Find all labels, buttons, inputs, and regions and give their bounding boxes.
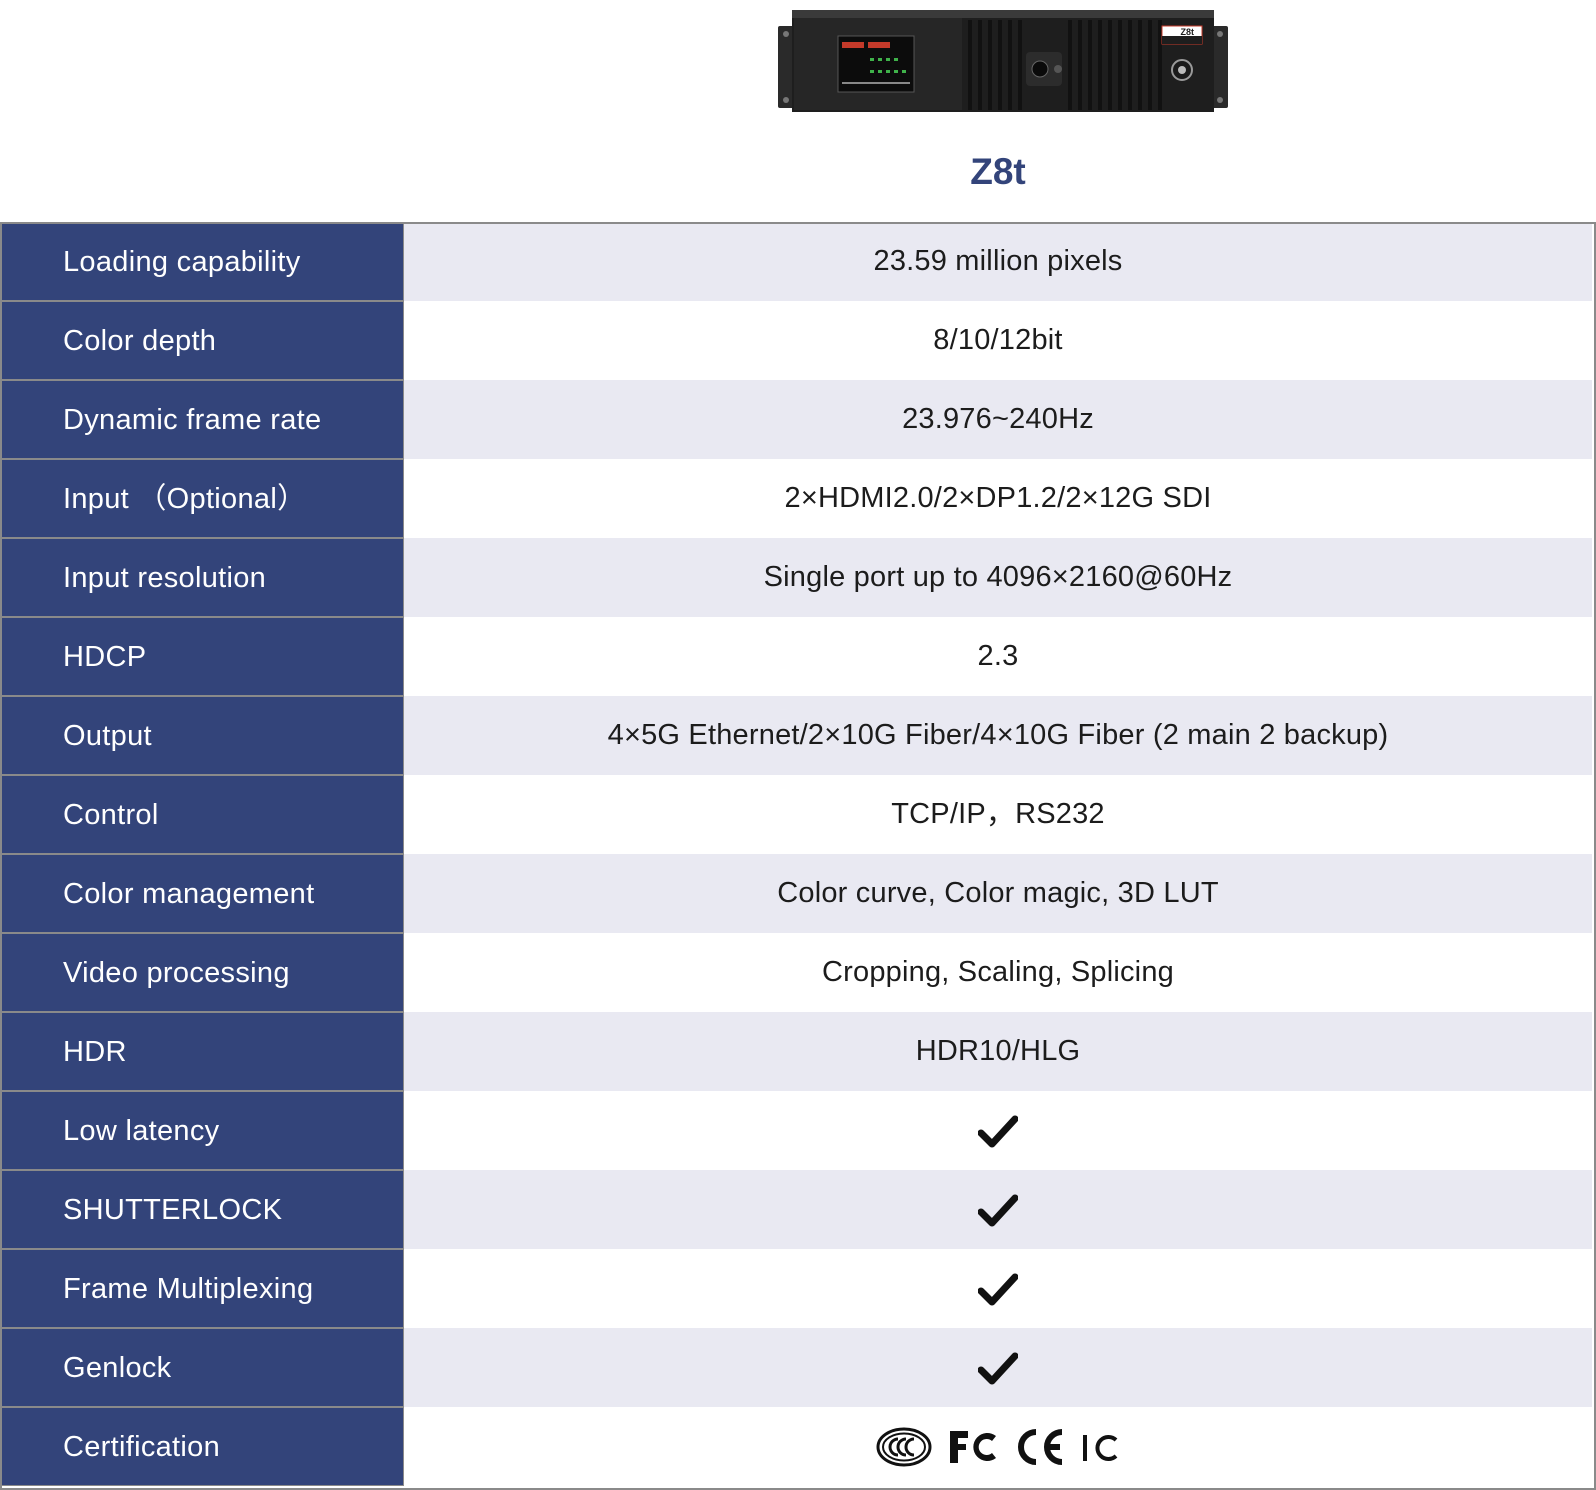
spec-value [404,1091,1592,1170]
spec-row: HDCP 2.3 [0,617,1596,696]
product-header: Z8t Z8t [0,0,1596,222]
spec-label: Low latency [0,1091,404,1170]
spec-label: Certification [0,1407,404,1486]
model-name: Z8t [970,151,1026,192]
spec-value: Color curve, Color magic, 3D LUT [404,854,1592,933]
spec-label: HDR [0,1012,404,1091]
spec-value: 4×5G Ethernet/2×10G Fiber/4×10G Fiber (2… [404,696,1592,775]
ic-mark-icon [1080,1427,1120,1467]
spec-row: SHUTTERLOCK [0,1170,1596,1249]
spec-label: Video processing [0,933,404,1012]
spec-row: Certification [0,1407,1596,1486]
spec-label: HDCP [0,617,404,696]
spec-label: Control [0,775,404,854]
ce-mark-icon [1014,1427,1066,1467]
spec-row: Color depth 8/10/12bit [0,301,1596,380]
spec-value: 8/10/12bit [404,301,1592,380]
spec-value: 23.59 million pixels [404,222,1592,301]
spec-value: 2.3 [404,617,1592,696]
spec-value [404,1170,1592,1249]
check-icon [978,1114,1018,1148]
check-icon [978,1272,1018,1306]
spec-label: Input resolution [0,538,404,617]
spec-label: Loading capability [0,222,404,301]
spec-row: Dynamic frame rate 23.976~240Hz [0,380,1596,459]
spec-label: Color management [0,854,404,933]
ccc-mark-icon [876,1427,932,1467]
spec-row: HDR HDR10/HLG [0,1012,1596,1091]
spec-label: Genlock [0,1328,404,1407]
spec-value [404,1328,1592,1407]
fcc-mark-icon [946,1427,1000,1467]
check-icon [978,1193,1018,1227]
device-badge-text: Z8t [1181,27,1195,37]
spec-label: Frame Multiplexing [0,1249,404,1328]
spec-value [404,1249,1592,1328]
spec-value: 2×HDMI2.0/2×DP1.2/2×12G SDI [404,459,1592,538]
spec-row: Input resolution Single port up to 4096×2… [0,538,1596,617]
spec-label: SHUTTERLOCK [0,1170,404,1249]
spec-row: Video processing Cropping, Scaling, Splic… [0,933,1596,1012]
spec-value: Single port up to 4096×2160@60Hz [404,538,1592,617]
spec-row: Output 4×5G Ethernet/2×10G Fiber/4×10G Fi… [0,696,1596,775]
spec-row: Genlock [0,1328,1596,1407]
spec-value: HDR10/HLG [404,1012,1592,1091]
certification-marks [404,1407,1592,1486]
spec-row: Input （Optional） 2×HDMI2.0/2×DP1.2/2×12G … [0,459,1596,538]
spec-label: Input （Optional） [0,459,404,538]
device-image: Z8t [778,10,1228,112]
spec-value: TCP/IP，RS232 [404,775,1592,854]
spec-row: Control TCP/IP，RS232 [0,775,1596,854]
spec-row: Color management Color curve, Color magic… [0,854,1596,933]
spec-row: Frame Multiplexing [0,1249,1596,1328]
spec-label: Color depth [0,301,404,380]
spec-table: Loading capability 23.59 million pixels Co… [0,222,1596,1490]
check-icon [978,1351,1018,1385]
spec-row: Low latency [0,1091,1596,1170]
spec-label: Dynamic frame rate [0,380,404,459]
spec-label: Output [0,696,404,775]
spec-row: Loading capability 23.59 million pixels [0,222,1596,301]
spec-value: 23.976~240Hz [404,380,1592,459]
spec-value: Cropping, Scaling, Splicing [404,933,1592,1012]
